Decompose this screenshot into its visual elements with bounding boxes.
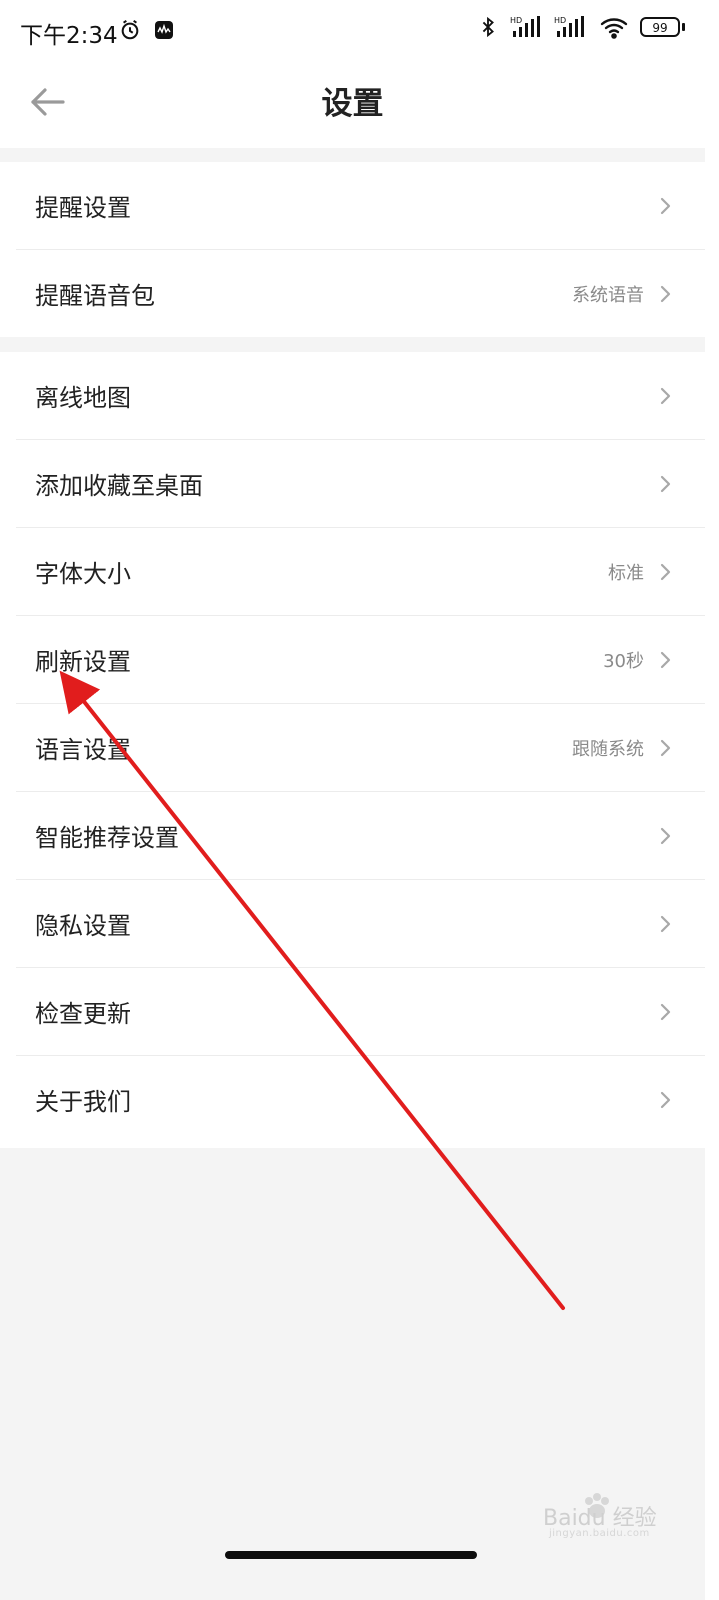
chevron-right-icon bbox=[660, 475, 671, 493]
chevron-right-icon bbox=[660, 739, 671, 757]
status-time: 下午2:34 bbox=[20, 23, 118, 49]
row-label: 离线地图 bbox=[35, 384, 131, 412]
app-notification-icon bbox=[152, 18, 176, 42]
row-label: 检查更新 bbox=[35, 1000, 131, 1028]
page-title: 设置 bbox=[321, 86, 384, 122]
chevron-right-icon bbox=[660, 563, 671, 581]
watermark-subtext: jingyan.baidu.com bbox=[549, 1528, 650, 1539]
row-value: 标准 bbox=[608, 563, 644, 584]
chevron-right-icon bbox=[660, 197, 671, 215]
chevron-right-icon bbox=[660, 1091, 671, 1109]
status-left-icons bbox=[118, 18, 176, 42]
row-offline-map[interactable]: 离线地图 bbox=[16, 352, 705, 440]
chevron-right-icon bbox=[660, 827, 671, 845]
row-reminder-voice-pack[interactable]: 提醒语音包 系统语音 bbox=[16, 250, 705, 338]
status-right-icons: HD HD 99 bbox=[476, 15, 685, 39]
row-check-for-updates[interactable]: 检查更新 bbox=[16, 968, 705, 1056]
header: 设置 bbox=[0, 60, 705, 148]
settings-group-1: 提醒设置 提醒语音包 系统语音 bbox=[0, 162, 705, 337]
edge-strip bbox=[705, 0, 719, 1600]
baidu-watermark: Baidu 经验 jingyan.baidu.com bbox=[535, 1493, 685, 1540]
hd-signal-icon: HD bbox=[554, 15, 588, 39]
row-label: 关于我们 bbox=[35, 1088, 131, 1116]
row-label: 添加收藏至桌面 bbox=[35, 472, 203, 500]
battery-level: 99 bbox=[640, 17, 680, 37]
row-label: 智能推荐设置 bbox=[35, 824, 179, 852]
status-bar: 下午2:34 HD HD 99 bbox=[0, 0, 705, 60]
svg-text:HD: HD bbox=[554, 16, 566, 25]
bluetooth-icon bbox=[476, 15, 500, 39]
row-reminder-settings[interactable]: 提醒设置 bbox=[16, 162, 705, 250]
row-label: 提醒语音包 bbox=[35, 282, 155, 310]
battery-icon: 99 bbox=[640, 17, 685, 37]
row-label: 隐私设置 bbox=[35, 912, 131, 940]
chevron-right-icon bbox=[660, 915, 671, 933]
row-label: 语言设置 bbox=[35, 736, 131, 764]
battery-tip bbox=[682, 23, 685, 31]
row-label: 提醒设置 bbox=[35, 194, 131, 222]
chevron-right-icon bbox=[660, 651, 671, 669]
chevron-right-icon bbox=[660, 1003, 671, 1021]
row-label: 字体大小 bbox=[35, 560, 131, 588]
row-language-settings[interactable]: 语言设置 跟随系统 bbox=[16, 704, 705, 792]
row-about-us[interactable]: 关于我们 bbox=[16, 1056, 705, 1144]
wifi-icon bbox=[598, 15, 630, 39]
chevron-right-icon bbox=[660, 387, 671, 405]
settings-group-2: 离线地图 添加收藏至桌面 字体大小 标准 刷新设置 30秒 语言设置 跟随系统 … bbox=[0, 352, 705, 1148]
row-value: 跟随系统 bbox=[572, 739, 644, 760]
row-smart-recommendation-settings[interactable]: 智能推荐设置 bbox=[16, 792, 705, 880]
alarm-icon bbox=[118, 18, 142, 42]
hd-signal-icon: HD bbox=[510, 15, 544, 39]
row-label: 刷新设置 bbox=[35, 648, 131, 676]
home-indicator[interactable] bbox=[225, 1551, 477, 1559]
chevron-right-icon bbox=[660, 285, 671, 303]
row-value: 30秒 bbox=[603, 651, 644, 672]
row-add-favorites-to-desktop[interactable]: 添加收藏至桌面 bbox=[16, 440, 705, 528]
row-value: 系统语音 bbox=[572, 285, 644, 306]
row-font-size[interactable]: 字体大小 标准 bbox=[16, 528, 705, 616]
row-privacy-settings[interactable]: 隐私设置 bbox=[16, 880, 705, 968]
svg-text:HD: HD bbox=[510, 16, 522, 25]
row-refresh-settings[interactable]: 刷新设置 30秒 bbox=[16, 616, 705, 704]
